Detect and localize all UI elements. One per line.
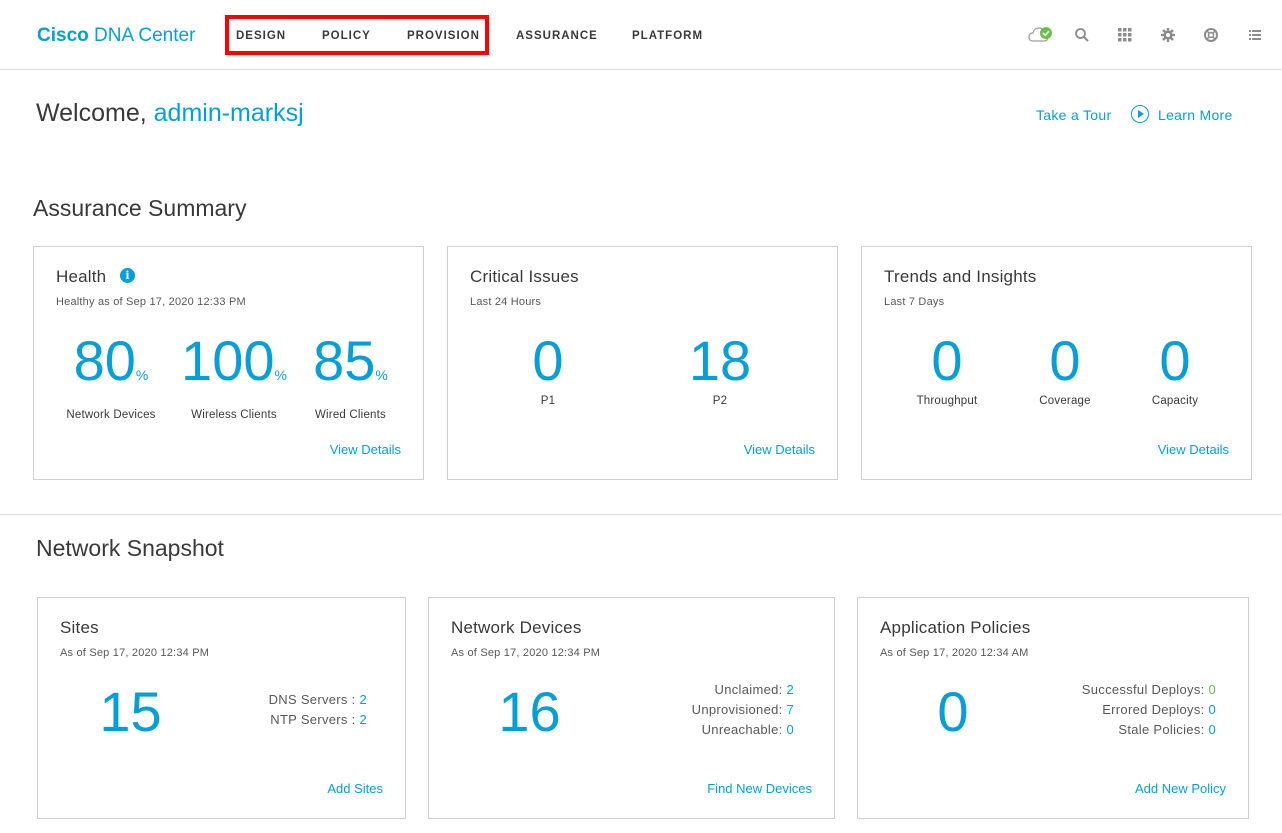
card-title: Critical Issues [470,267,579,286]
highlight-annotation-box [225,15,489,55]
sites-card: Sites As of Sep 17, 2020 12:34 PM 15 DNS… [37,597,406,819]
policies-count[interactable]: 0 [918,682,988,742]
add-new-policy-link[interactable]: Add New Policy [1135,781,1226,796]
wired-clients-health[interactable]: 85% Wired Clients [299,331,402,422]
gear-icon[interactable] [1158,25,1178,45]
welcome-heading: Welcome, admin-marksj [36,99,304,127]
unprovisioned-row: Unprovisioned: 7 [691,702,794,717]
assurance-summary-title: Assurance Summary [33,195,247,221]
unclaimed-row: Unclaimed: 2 [714,682,794,697]
ntp-servers-row: NTP Servers : 2 [270,712,367,727]
top-navigation-bar: Cisco DNA Center DESIGN POLICY PROVISION… [0,0,1282,70]
card-subtitle: Last 24 Hours [470,296,542,308]
card-subtitle: As of Sep 17, 2020 12:34 PM [451,647,601,659]
successful-deploys-row: Successful Deploys: 0 [1081,682,1216,697]
view-details-link[interactable]: View Details [330,442,401,457]
card-subtitle: As of Sep 17, 2020 12:34 AM [880,647,1029,659]
critical-issues-card: Critical Issues Last 24 Hours 0 P1 18 P2… [447,246,838,480]
health-card: Health i Healthy as of Sep 17, 2020 12:3… [33,246,424,480]
throughput-metric[interactable]: 0 Throughput [907,331,987,408]
section-divider [0,514,1282,515]
add-sites-link[interactable]: Add Sites [327,781,383,796]
p2-issues[interactable]: 18 P2 [680,331,760,408]
stale-policies-count[interactable]: 0 [1208,722,1216,737]
unreachable-row: Unreachable: 0 [701,722,794,737]
ntp-servers-count[interactable]: 2 [359,712,367,727]
learn-more-link[interactable]: Learn More [1158,107,1233,123]
card-title: Network Devices [451,618,582,637]
card-title: Application Policies [880,618,1031,637]
view-details-link[interactable]: View Details [744,442,815,457]
trends-insights-card: Trends and Insights Last 7 Days 0 Throug… [861,246,1252,480]
apps-grid-icon[interactable] [1115,25,1135,45]
cloud-status-icon[interactable] [1028,25,1054,45]
devices-count[interactable]: 16 [487,682,572,742]
username-link[interactable]: admin-marksj [154,99,304,127]
unreachable-count[interactable]: 0 [786,722,794,737]
errored-deploys-count[interactable]: 0 [1208,702,1216,717]
coverage-metric[interactable]: 0 Coverage [1025,331,1105,408]
help-globe-icon[interactable] [1201,25,1221,45]
stale-policies-row: Stale Policies: 0 [1118,722,1216,737]
card-subtitle: Last 7 Days [884,296,945,308]
successful-deploys-count[interactable]: 0 [1208,682,1216,697]
nav-platform[interactable]: PLATFORM [632,30,703,42]
card-subtitle: Healthy as of Sep 17, 2020 12:33 PM [56,296,246,308]
errored-deploys-row: Errored Deploys: 0 [1102,702,1216,717]
view-details-link[interactable]: View Details [1158,442,1229,457]
list-icon[interactable] [1245,25,1265,45]
take-a-tour-link[interactable]: Take a Tour [1036,107,1111,123]
card-subtitle: As of Sep 17, 2020 12:34 PM [60,647,210,659]
card-title: Trends and Insights [884,267,1037,286]
p1-issues[interactable]: 0 P1 [508,331,588,408]
unclaimed-count[interactable]: 2 [786,682,794,697]
network-devices-health[interactable]: 80% Network Devices [56,331,166,422]
application-policies-card: Application Policies As of Sep 17, 2020 … [857,597,1249,819]
nav-assurance[interactable]: ASSURANCE [516,30,598,42]
network-snapshot-title: Network Snapshot [36,535,224,561]
search-icon[interactable] [1072,25,1092,45]
wireless-clients-health[interactable]: 100% Wireless Clients [174,331,294,422]
sites-count[interactable]: 15 [88,682,173,742]
capacity-metric[interactable]: 0 Capacity [1135,331,1215,408]
info-icon[interactable]: i [120,268,135,283]
card-title: Health [56,267,107,286]
play-icon[interactable] [1131,105,1149,123]
unprovisioned-count[interactable]: 7 [786,702,794,717]
card-title: Sites [60,618,99,637]
find-new-devices-link[interactable]: Find New Devices [707,781,812,796]
dns-servers-row: DNS Servers : 2 [268,692,367,707]
dns-servers-count[interactable]: 2 [359,692,367,707]
network-devices-card: Network Devices As of Sep 17, 2020 12:34… [428,597,835,819]
cisco-dna-center-logo[interactable]: Cisco DNA Center [37,25,195,47]
